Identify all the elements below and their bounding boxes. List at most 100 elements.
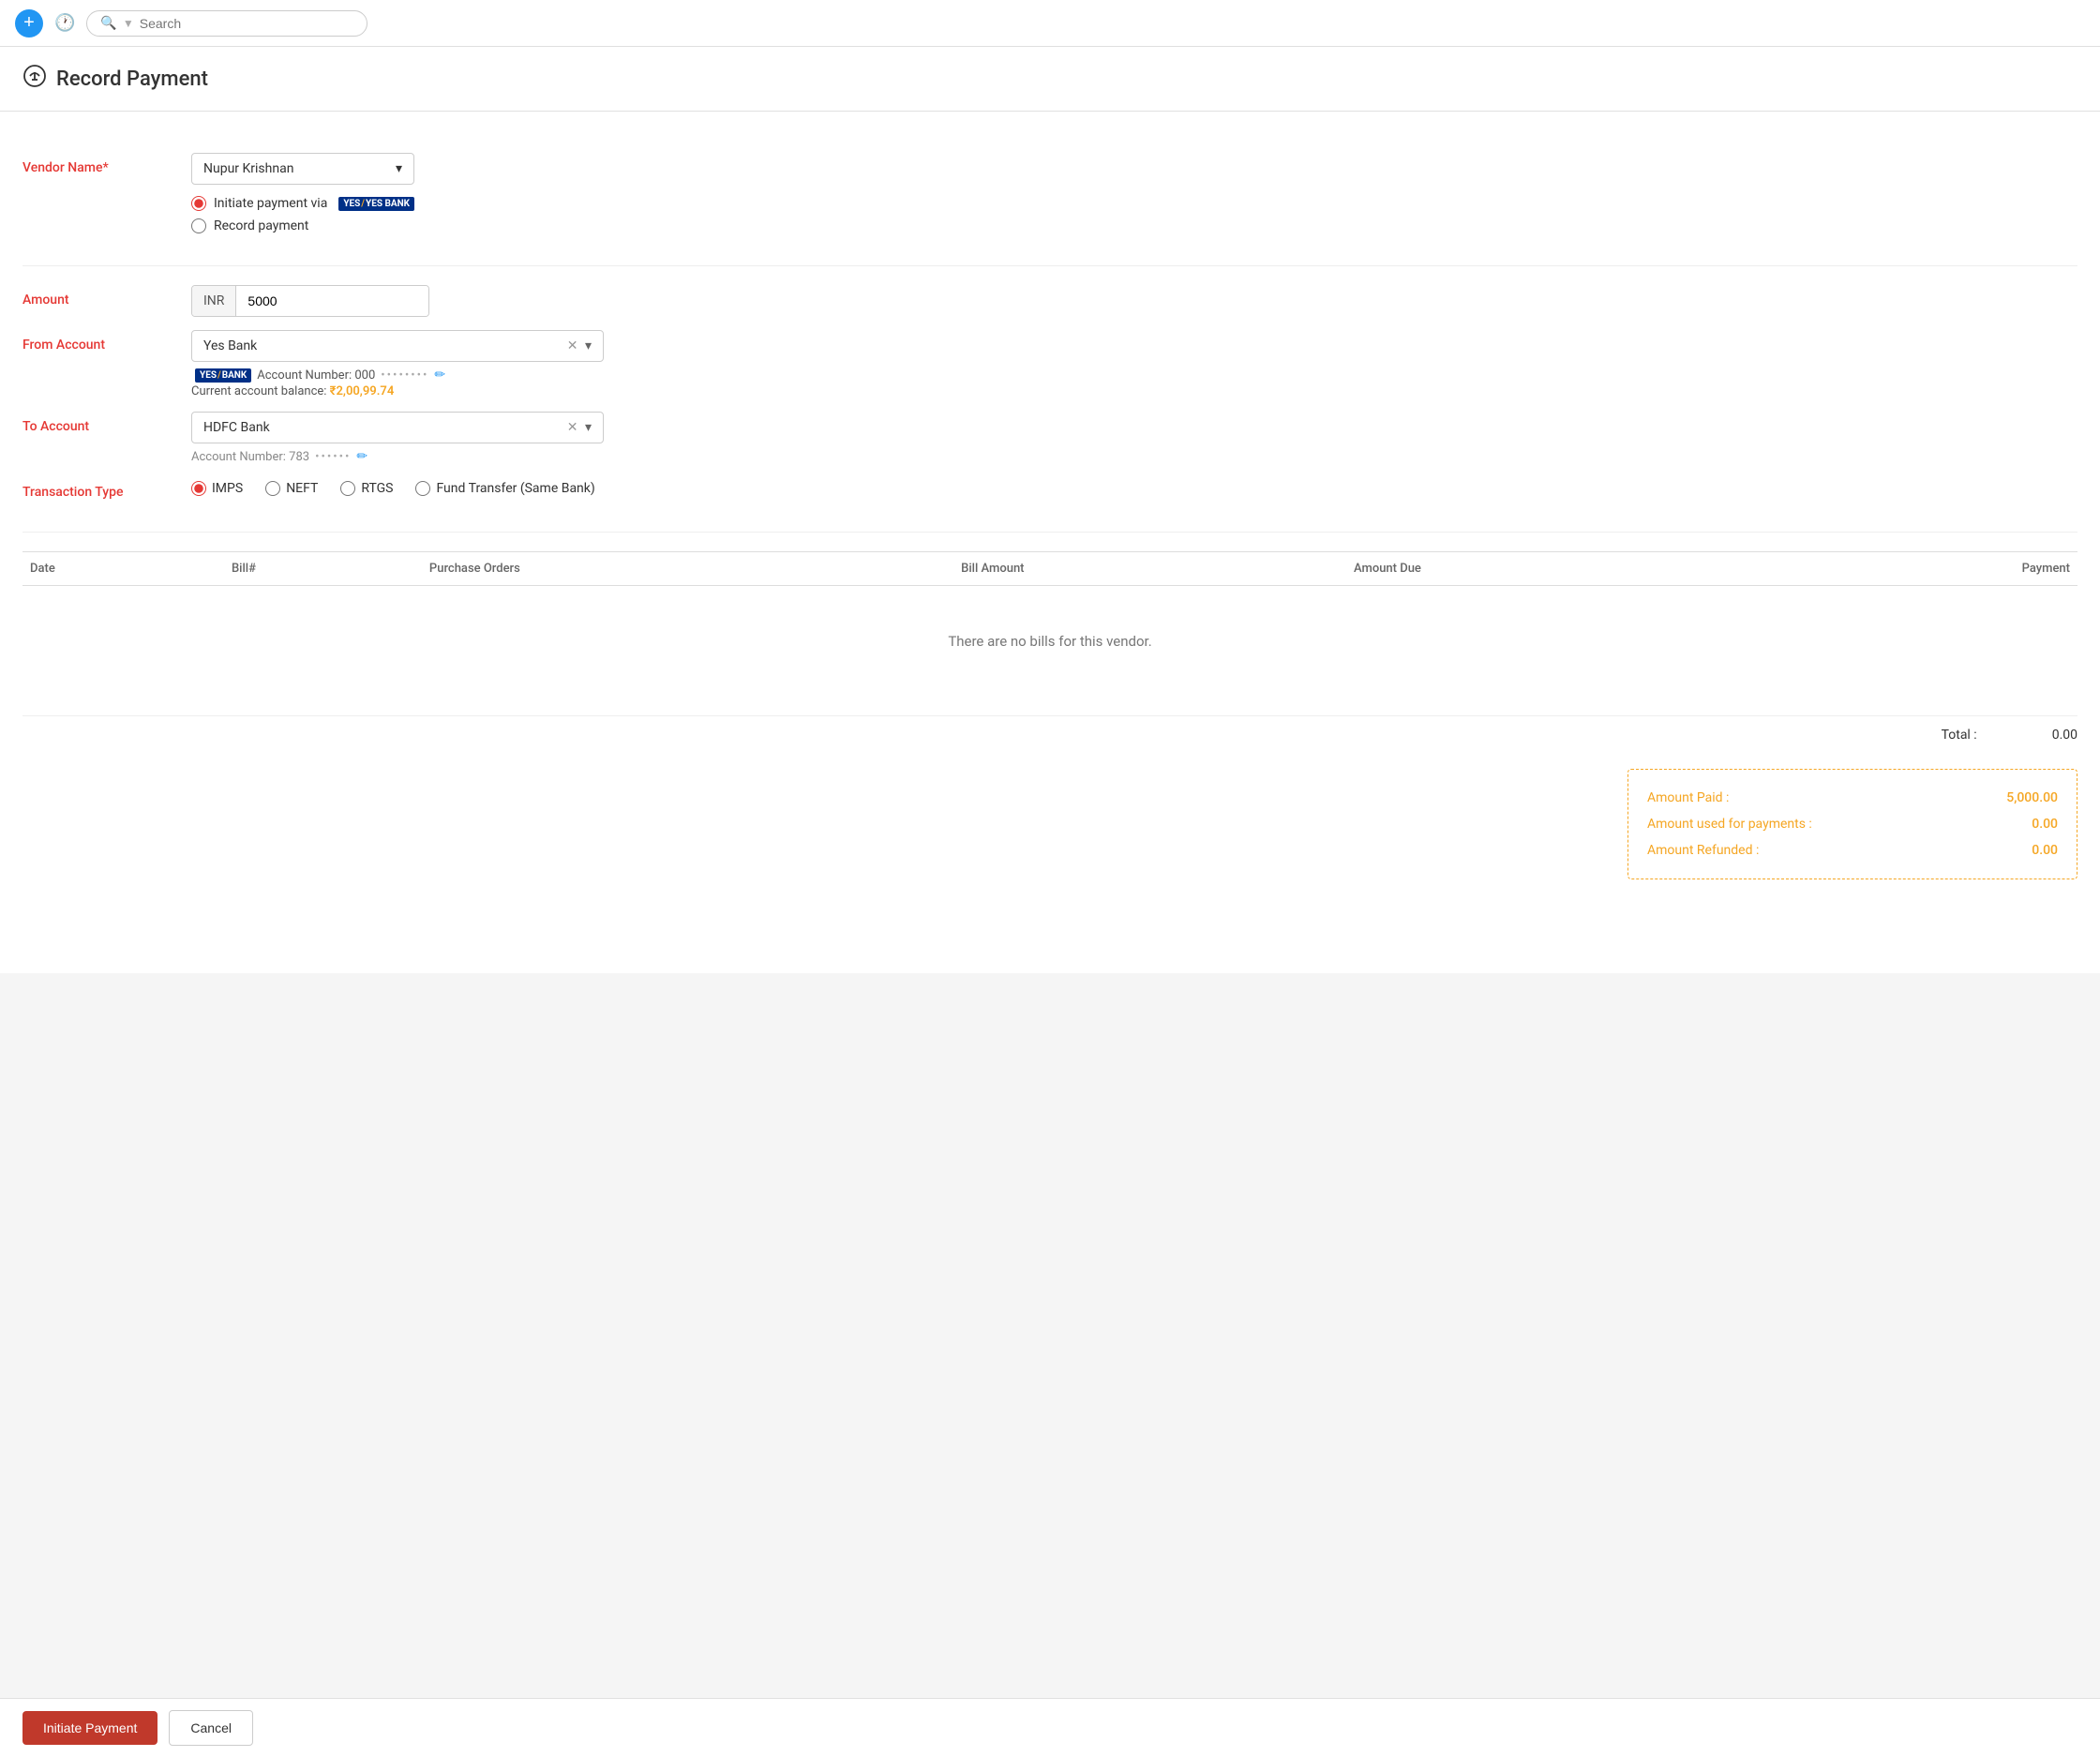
from-bank-info: YES / BANK Account Number: 000 •••••••• …: [191, 368, 604, 383]
bills-table: Date Bill# Purchase Orders Bill Amount A…: [22, 551, 2078, 586]
from-account-chevron-icon: ▾: [585, 338, 592, 353]
to-account-number-info: Account Number: 783 •••••• ✏: [191, 449, 604, 464]
vendor-chevron-icon: ▾: [396, 161, 402, 176]
to-account-label: To Account: [22, 412, 172, 434]
amount-used-value: 0.00: [2032, 817, 2058, 832]
to-account-masked: ••••••: [315, 450, 351, 464]
from-account-select[interactable]: Yes Bank ✕ ▾: [191, 330, 604, 362]
cancel-button[interactable]: Cancel: [169, 1710, 253, 1746]
search-dropdown-icon[interactable]: ▼: [123, 17, 134, 30]
current-balance-value: ₹2,00,99.74: [330, 384, 395, 398]
from-account-controls: ✕ ▾: [567, 338, 592, 353]
vendor-label: Vendor Name*: [22, 153, 172, 175]
transaction-type-label: Transaction Type: [22, 477, 172, 500]
tx-rtgs-radio[interactable]: [340, 481, 355, 496]
yes-bank-badge: YES / YES BANK: [338, 197, 414, 211]
record-payment-option[interactable]: Record payment: [191, 218, 414, 233]
balance-info: Current account balance: ₹2,00,99.74: [191, 384, 604, 398]
record-payment-label: Record payment: [214, 218, 308, 233]
search-input[interactable]: [140, 16, 327, 31]
vendor-select[interactable]: Nupur Krishnan ▾: [191, 153, 414, 185]
from-account-number-prefix: Account Number: 000: [257, 368, 375, 383]
col-amount-due: Amount Due: [1346, 552, 1761, 586]
from-account-clear-icon[interactable]: ✕: [567, 338, 578, 353]
record-payment-radio[interactable]: [191, 218, 206, 233]
to-account-select[interactable]: HDFC Bank ✕ ▾: [191, 412, 604, 443]
amount-refunded-row: Amount Refunded : 0.00: [1647, 837, 2058, 863]
to-account-edit-icon[interactable]: ✏: [356, 449, 368, 464]
to-account-wrap: HDFC Bank ✕ ▾ Account Number: 783 ••••••…: [191, 412, 604, 464]
amount-field: INR: [191, 285, 429, 317]
amount-used-row: Amount used for payments : 0.00: [1647, 811, 2058, 837]
amount-used-label: Amount used for payments :: [1647, 817, 1812, 832]
add-button[interactable]: +: [15, 9, 43, 38]
tx-neft[interactable]: NEFT: [265, 481, 318, 496]
from-account-value: Yes Bank: [203, 338, 257, 353]
from-account-edit-icon[interactable]: ✏: [434, 368, 445, 383]
to-account-controls: ✕ ▾: [567, 420, 592, 435]
history-icon: 🕐: [54, 13, 75, 32]
main-content: Vendor Name* Nupur Krishnan ▾ Initiate p…: [0, 112, 2100, 973]
amount-input[interactable]: [236, 286, 428, 316]
payment-method-group: Initiate payment via YES / YES BANK Reco…: [191, 196, 414, 233]
amount-row: Amount INR: [22, 285, 2078, 317]
from-account-label: From Account: [22, 330, 172, 353]
current-balance-label: Current account balance:: [191, 384, 326, 398]
from-account-masked: ••••••••: [381, 368, 428, 383]
currency-tag: INR: [192, 286, 236, 316]
amount-label: Amount: [22, 285, 172, 308]
tx-neft-label: NEFT: [286, 481, 318, 496]
initiate-payment-button[interactable]: Initiate Payment: [22, 1711, 158, 1745]
total-row: Total : 0.00: [22, 715, 2078, 754]
to-account-number-prefix: Account Number: 783: [191, 450, 309, 464]
totals-section: Total : 0.00 Amount Paid : 5,000.00 Amou…: [22, 715, 2078, 879]
total-label: Total :: [1942, 728, 1977, 743]
to-account-row: To Account HDFC Bank ✕ ▾ Account Number:…: [22, 412, 2078, 464]
summary-box: Amount Paid : 5,000.00 Amount used for p…: [1628, 769, 2078, 879]
tx-fund-transfer[interactable]: Fund Transfer (Same Bank): [415, 481, 594, 496]
to-account-chevron-icon: ▾: [585, 420, 592, 435]
transaction-type-row: Transaction Type IMPS NEFT RTGS: [22, 477, 2078, 500]
empty-state: There are no bills for this vendor.: [22, 586, 2078, 697]
amount-refunded-value: 0.00: [2032, 843, 2058, 858]
tx-imps-label: IMPS: [212, 481, 243, 496]
col-po: Purchase Orders: [422, 552, 953, 586]
amount-paid-row: Amount Paid : 5,000.00: [1647, 785, 2058, 811]
tx-fund-transfer-label: Fund Transfer (Same Bank): [436, 481, 594, 496]
total-value: 0.00: [2052, 728, 2078, 743]
history-button[interactable]: 🕐: [54, 13, 75, 33]
amount-refunded-label: Amount Refunded :: [1647, 843, 1759, 858]
page-title: Record Payment: [56, 68, 208, 91]
initiate-payment-radio[interactable]: [191, 196, 206, 211]
initiate-payment-option[interactable]: Initiate payment via YES / YES BANK: [191, 196, 414, 211]
tx-rtgs[interactable]: RTGS: [340, 481, 393, 496]
bills-table-header: Date Bill# Purchase Orders Bill Amount A…: [22, 552, 2078, 586]
record-payment-icon: [22, 64, 47, 94]
vendor-row: Vendor Name* Nupur Krishnan ▾ Initiate p…: [22, 153, 2078, 233]
amount-input-wrap: INR: [191, 285, 429, 317]
tx-imps[interactable]: IMPS: [191, 481, 243, 496]
slash-icon: /: [361, 199, 365, 209]
footer-bar: Initiate Payment Cancel: [0, 1698, 2100, 1757]
tx-rtgs-label: RTGS: [361, 481, 393, 496]
from-account-row: From Account Yes Bank ✕ ▾ YES / BANK Acc…: [22, 330, 2078, 398]
bills-section: Date Bill# Purchase Orders Bill Amount A…: [22, 551, 2078, 697]
transaction-type-wrap: IMPS NEFT RTGS Fund Transfer (Same Bank): [191, 477, 595, 496]
topbar: + 🕐 🔍 ▼: [0, 0, 2100, 47]
vendor-section: Vendor Name* Nupur Krishnan ▾ Initiate p…: [22, 134, 2078, 266]
bank-text: YES BANK: [366, 199, 410, 209]
amount-paid-value: 5,000.00: [2006, 790, 2058, 805]
col-bill: Bill#: [224, 552, 422, 586]
search-bar: 🔍 ▼: [86, 10, 368, 37]
vendor-select-wrap: Nupur Krishnan ▾ Initiate payment via YE…: [191, 153, 414, 233]
to-account-value: HDFC Bank: [203, 420, 270, 435]
page-header: Record Payment: [0, 47, 2100, 112]
tx-imps-radio[interactable]: [191, 481, 206, 496]
tx-fund-transfer-radio[interactable]: [415, 481, 430, 496]
transaction-type-group: IMPS NEFT RTGS Fund Transfer (Same Bank): [191, 477, 595, 496]
initiate-payment-label: Initiate payment via: [214, 196, 327, 211]
vendor-value: Nupur Krishnan: [203, 161, 293, 176]
to-account-clear-icon[interactable]: ✕: [567, 420, 578, 435]
yes-text: YES: [343, 199, 360, 209]
tx-neft-radio[interactable]: [265, 481, 280, 496]
